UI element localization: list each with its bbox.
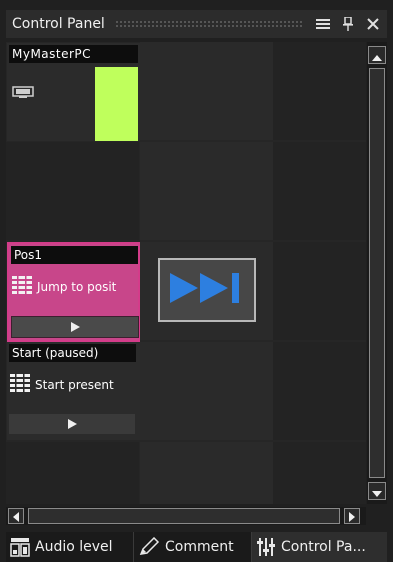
cue-start-action-row: Start present: [9, 372, 137, 398]
audio-level-icon: [10, 537, 30, 557]
control-panel-icon: [256, 537, 276, 557]
play-icon: [69, 318, 81, 337]
tab-audio-level-label: Audio level: [35, 539, 113, 555]
arrow-down-icon: [372, 482, 382, 501]
arrow-right-icon: [349, 507, 355, 526]
menu-button[interactable]: [312, 13, 334, 35]
cue-pos1-action: Jump to posit: [37, 280, 117, 294]
grid-cell[interactable]: [273, 42, 366, 140]
cue-start[interactable]: Start (paused) Start present: [7, 342, 140, 440]
go-next-icon: [168, 271, 246, 309]
cue-pos1-play-button[interactable]: [11, 316, 139, 338]
pencil-icon: [138, 537, 160, 557]
master-pc-name: MyMasterPC: [9, 45, 138, 63]
tab-comment[interactable]: Comment: [134, 532, 252, 562]
tab-control-panel[interactable]: Control Pa...: [252, 532, 387, 562]
panel-title: Control Panel: [12, 16, 105, 32]
grid-cell[interactable]: [140, 142, 273, 240]
tab-audio-level[interactable]: Audio level: [6, 532, 134, 562]
master-pc-cell[interactable]: MyMasterPC: [7, 43, 140, 141]
horizontal-scrollbar[interactable]: [6, 507, 366, 525]
vertical-scrollbar[interactable]: [367, 42, 387, 504]
grid-cell[interactable]: [273, 242, 366, 340]
grid-cell[interactable]: [273, 342, 366, 440]
cue-start-action: Start present: [35, 378, 114, 392]
grid-cell[interactable]: [140, 442, 273, 504]
drag-grip[interactable]: [114, 20, 302, 28]
cue-start-play-button[interactable]: [9, 414, 135, 434]
scroll-down-button[interactable]: [368, 482, 386, 500]
menu-icon: [316, 18, 330, 30]
cue-pos1-name: Pos1: [11, 246, 138, 264]
grid-cell[interactable]: [273, 142, 366, 240]
close-button[interactable]: [362, 13, 384, 35]
arrow-up-icon: [372, 46, 382, 65]
script-list-icon: [9, 373, 31, 397]
title-bar[interactable]: Control Panel: [6, 10, 387, 38]
scroll-up-button[interactable]: [368, 46, 386, 64]
grid-cell[interactable]: [273, 442, 366, 504]
scroll-left-button[interactable]: [8, 508, 24, 524]
grid-cell[interactable]: [6, 142, 139, 240]
script-list-icon: [11, 275, 33, 299]
tab-comment-label: Comment: [165, 539, 234, 555]
pin-icon: [342, 17, 354, 31]
go-next-button[interactable]: [158, 258, 256, 322]
display-icon: [12, 83, 34, 102]
vertical-scroll-thumb[interactable]: [369, 68, 385, 478]
scroll-right-button[interactable]: [344, 508, 360, 524]
grid-cell[interactable]: [140, 42, 273, 140]
play-icon: [66, 415, 78, 434]
cue-start-name: Start (paused): [9, 344, 136, 362]
cue-pos1[interactable]: Pos1 Jump to posit: [7, 242, 140, 342]
arrow-left-icon: [13, 507, 19, 526]
pin-button[interactable]: [337, 13, 359, 35]
grid-cell[interactable]: [6, 442, 139, 504]
master-pc-status-block: [95, 67, 138, 141]
tab-control-panel-label: Control Pa...: [281, 539, 366, 555]
grid-cell[interactable]: [140, 342, 273, 440]
cue-grid: MyMasterPC Pos1 Jump to posit Start (pau…: [6, 42, 366, 504]
control-panel-window: Control Panel MyMasterPC Pos1 Jump to po…: [0, 0, 393, 562]
close-icon: [367, 18, 379, 30]
bottom-tab-bar: Audio level Comment Control Pa...: [6, 532, 387, 562]
cue-pos1-action-row: Jump to posit: [11, 274, 139, 300]
horizontal-scroll-thumb[interactable]: [28, 508, 340, 524]
